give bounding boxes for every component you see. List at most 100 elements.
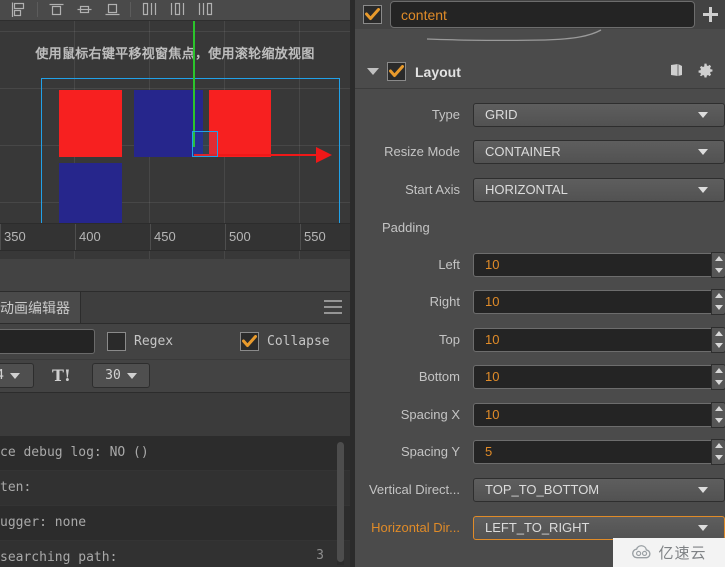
distribute-left-icon[interactable] <box>136 0 162 20</box>
ruler-label: 400 <box>79 229 101 244</box>
property-label: Start Axis <box>405 182 460 197</box>
property-row-padding-top: Top 10 <box>355 326 725 353</box>
padding-bottom-field[interactable]: 10 <box>473 364 725 389</box>
property-row-horizontal-direction: Horizontal Dir... LEFT_TO_RIGHT <box>355 514 725 541</box>
curve-line <box>426 29 602 42</box>
property-row-vertical-direction: Vertical Direct... TOP_TO_BOTTOM <box>355 476 725 503</box>
chevron-down-icon <box>698 148 708 155</box>
chevron-down-icon <box>698 111 708 118</box>
field-value: 10 <box>485 332 500 347</box>
spacing-y-field[interactable]: 5 <box>473 439 725 464</box>
gizmo-anchor-box[interactable] <box>192 131 218 157</box>
inspector-header: content <box>355 0 725 29</box>
ruler-label: 500 <box>229 229 251 244</box>
property-row-resize-mode: Resize Mode CONTAINER <box>355 138 725 165</box>
component-enabled-checkbox[interactable] <box>387 62 406 81</box>
padding-right-stepper[interactable] <box>711 288 725 315</box>
spacing-x-stepper[interactable] <box>711 401 725 428</box>
component-header-layout[interactable]: Layout <box>355 55 725 89</box>
log-scrollbar[interactable] <box>337 442 344 565</box>
log-filter-row: Regex Collapse <box>0 324 350 360</box>
dropdown-value: CONTAINER <box>485 144 561 159</box>
field-value: 10 <box>485 294 500 309</box>
property-row-padding-right: Right 10 <box>355 288 725 315</box>
chevron-down-icon <box>126 372 137 379</box>
watermark: 亿速云 <box>613 538 725 567</box>
type-dropdown[interactable]: GRID <box>473 102 725 127</box>
chevron-down-icon <box>9 372 20 379</box>
hamburger-menu-icon[interactable] <box>324 300 342 314</box>
regex-label: Regex <box>134 334 174 349</box>
property-label: Top <box>439 332 460 347</box>
gizmo-x-arrow-icon[interactable] <box>316 147 332 163</box>
collapse-checkbox[interactable] <box>240 332 259 351</box>
plus-icon[interactable] <box>695 6 725 23</box>
align-left-icon[interactable] <box>6 0 32 20</box>
node-enabled-checkbox[interactable] <box>363 5 382 24</box>
property-row-padding-bottom: Bottom 10 <box>355 363 725 390</box>
distribute-right-icon[interactable] <box>192 0 218 20</box>
gear-icon[interactable] <box>698 63 713 81</box>
regex-checkbox[interactable] <box>107 332 126 351</box>
dock-tabbar: 动画编辑器 <box>0 292 350 324</box>
distribute-center-icon[interactable] <box>164 0 190 20</box>
font-size-select[interactable]: 30 <box>92 363 150 388</box>
log-level-value: 4 <box>0 368 4 383</box>
text-size-icon[interactable]: T! <box>52 366 71 385</box>
search-input[interactable] <box>0 329 95 354</box>
property-label: Left <box>438 257 460 272</box>
dropdown-value: HORIZONTAL <box>485 182 568 197</box>
scene-ruler: 350 400 450 500 550 <box>0 223 350 251</box>
resize-mode-dropdown[interactable]: CONTAINER <box>473 139 725 164</box>
horizontal-direction-dropdown[interactable]: LEFT_TO_RIGHT <box>473 515 725 540</box>
field-value: 10 <box>485 369 500 384</box>
dropdown-value: GRID <box>485 107 518 122</box>
log-output[interactable]: ce debug log: NO () ten: ugger: none sea… <box>0 436 350 567</box>
ruler-label: 350 <box>4 229 26 244</box>
align-bottom-icon[interactable] <box>99 0 125 20</box>
align-top-icon[interactable] <box>43 0 69 20</box>
log-count: 3 <box>316 548 324 563</box>
app-root: 使用鼠标右键平移视窗焦点，使用滚轮缩放视图 350 400 450 500 55… <box>0 0 725 567</box>
tab-animation-editor[interactable]: 动画编辑器 <box>0 292 81 323</box>
property-row-start-axis: Start Axis HORIZONTAL <box>355 176 725 203</box>
ruler-label: 450 <box>154 229 176 244</box>
field-value: 10 <box>485 407 500 422</box>
align-center-horizontal-icon[interactable] <box>71 0 97 20</box>
padding-left-stepper[interactable] <box>711 251 725 278</box>
property-label: Right <box>429 294 460 309</box>
spacing-y-stepper[interactable] <box>711 438 725 465</box>
vertical-direction-dropdown[interactable]: TOP_TO_BOTTOM <box>473 477 725 502</box>
spacing-x-field[interactable]: 10 <box>473 402 725 427</box>
padding-section-label: Padding <box>382 220 430 235</box>
log-level-select[interactable]: 4 <box>0 363 34 388</box>
book-icon[interactable] <box>669 63 684 81</box>
inspector-pane: content Layout Type GRID Resize Mode CON… <box>355 0 725 567</box>
gizmo-y-axis[interactable] <box>193 21 195 147</box>
toolbar-separator <box>37 2 38 17</box>
toolbar-separator <box>130 2 131 17</box>
log-line: ten: <box>0 471 350 506</box>
property-row-type: Type GRID <box>355 101 725 128</box>
padding-bottom-stepper[interactable] <box>711 363 725 390</box>
padding-left-field[interactable]: 10 <box>473 252 725 277</box>
property-row-padding-left: Left 10 <box>355 251 725 278</box>
node-name-input[interactable]: content <box>390 1 695 28</box>
inspector-divider-curve <box>355 29 725 51</box>
ruler-label: 550 <box>304 229 326 244</box>
padding-right-field[interactable]: 10 <box>473 289 725 314</box>
start-axis-dropdown[interactable]: HORIZONTAL <box>473 177 725 202</box>
log-line: searching path: <box>0 541 350 567</box>
scene-hint-text: 使用鼠标右键平移视窗焦点，使用滚轮缩放视图 <box>35 47 315 62</box>
property-row-padding-section: Padding <box>355 214 725 241</box>
property-label: Vertical Direct... <box>368 482 460 497</box>
dropdown-value: LEFT_TO_RIGHT <box>485 520 590 535</box>
component-header-icons <box>669 63 725 81</box>
padding-top-stepper[interactable] <box>711 326 725 353</box>
scene-toolbar <box>0 0 350 21</box>
triangle-down-icon[interactable] <box>367 68 379 75</box>
padding-top-field[interactable]: 10 <box>473 327 725 352</box>
chevron-down-icon <box>698 486 708 493</box>
chevron-down-icon <box>698 524 708 531</box>
scene-pane: 使用鼠标右键平移视窗焦点，使用滚轮缩放视图 350 400 450 500 55… <box>0 0 350 567</box>
